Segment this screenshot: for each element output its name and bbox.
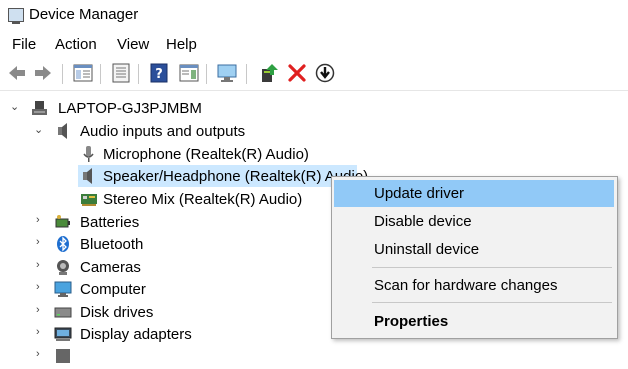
menu-bar: File Action View Help xyxy=(0,32,628,56)
menu-item-disable-device[interactable]: Disable device xyxy=(334,208,614,235)
tree-node-bluetooth[interactable]: › Bluetooth xyxy=(34,233,234,255)
tree-root[interactable]: ⌄ LAPTOP-GJ3PJMBM xyxy=(10,97,210,119)
menu-item-label: Update driver xyxy=(374,185,465,202)
computer-icon xyxy=(30,99,48,117)
toolbar-separator xyxy=(246,64,247,84)
device-speaker-headphone[interactable]: Speaker/Headphone (Realtek(R) Audio) xyxy=(78,165,368,187)
tree-node-audio[interactable]: ⌄ Audio inputs and outputs xyxy=(34,120,274,142)
device-label: Microphone (Realtek(R) Audio) xyxy=(103,146,309,163)
disable-icon[interactable] xyxy=(314,62,336,84)
tree-node-computer[interactable]: › Computer xyxy=(34,278,234,300)
forward-icon[interactable] xyxy=(32,62,54,84)
chevron-down-icon[interactable]: ⌄ xyxy=(34,123,43,136)
tree-node-display-adapters[interactable]: › Display adapters xyxy=(34,323,234,345)
menu-item-label: Uninstall device xyxy=(374,241,480,258)
microphone-icon xyxy=(80,145,98,163)
chevron-right-icon[interactable]: › xyxy=(36,214,40,226)
tree-node-label: Audio inputs and outputs xyxy=(80,123,246,140)
speaker-icon xyxy=(80,167,98,185)
tree-node-label: Cameras xyxy=(80,259,141,276)
tree-node-cameras[interactable]: › Cameras xyxy=(34,256,234,278)
menu-view[interactable]: View xyxy=(117,36,149,53)
battery-icon xyxy=(54,213,72,231)
menu-item-label: Disable device xyxy=(374,213,472,230)
menu-item-label: Properties xyxy=(374,313,449,330)
menu-item-properties[interactable]: Properties xyxy=(334,308,614,335)
computer-name: LAPTOP-GJ3PJMBM xyxy=(58,100,202,117)
chevron-right-icon[interactable]: › xyxy=(36,281,40,293)
tree-node-label: Batteries xyxy=(80,214,140,231)
back-icon[interactable] xyxy=(6,62,28,84)
tree-node-label: Computer xyxy=(80,281,146,298)
device-stereo-mix[interactable]: Stereo Mix (Realtek(R) Audio) xyxy=(80,188,320,210)
sound-card-icon xyxy=(80,190,98,208)
menu-separator xyxy=(372,302,612,303)
chevron-right-icon[interactable]: › xyxy=(36,304,40,316)
tree-node-label: Display adapters xyxy=(80,326,192,343)
speaker-icon xyxy=(54,122,72,140)
update-driver-icon[interactable] xyxy=(258,62,280,84)
tree-node-batteries[interactable]: › Batteries xyxy=(34,211,234,233)
tree-node-label: Bluetooth xyxy=(80,236,144,253)
toolbar-separator xyxy=(206,64,207,84)
chevron-down-icon[interactable]: ⌄ xyxy=(10,100,19,113)
chevron-right-icon[interactable]: › xyxy=(36,259,40,271)
title-bar: Device Manager xyxy=(0,0,628,32)
bluetooth-icon xyxy=(54,235,72,253)
menu-file[interactable]: File xyxy=(12,36,36,53)
device-icon xyxy=(54,347,72,365)
monitor-icon xyxy=(54,280,72,298)
toolbar-separator xyxy=(138,64,139,84)
tree-node-disk-drives[interactable]: › Disk drives xyxy=(34,301,234,323)
action-pane-icon[interactable] xyxy=(178,62,200,84)
tree-node-label: Disk drives xyxy=(80,304,154,321)
device-microphone[interactable]: Microphone (Realtek(R) Audio) xyxy=(80,143,320,165)
uninstall-icon[interactable] xyxy=(286,62,308,84)
show-hide-console-tree-icon[interactable] xyxy=(72,62,94,84)
chevron-right-icon[interactable]: › xyxy=(36,326,40,338)
chevron-right-icon[interactable]: › xyxy=(36,236,40,248)
menu-item-uninstall-device[interactable]: Uninstall device xyxy=(334,236,614,263)
menu-separator xyxy=(372,267,612,268)
toolbar-separator xyxy=(100,64,101,84)
menu-item-scan-hardware[interactable]: Scan for hardware changes xyxy=(334,272,614,299)
device-label: Speaker/Headphone (Realtek(R) Audio) xyxy=(103,168,369,185)
help-icon[interactable]: ? xyxy=(148,62,170,84)
disk-drive-icon xyxy=(54,303,72,321)
chevron-right-icon[interactable]: › xyxy=(36,348,40,360)
toolbar-separator xyxy=(62,64,63,84)
device-manager-icon xyxy=(8,8,24,24)
monitor-icon[interactable] xyxy=(216,62,238,84)
context-menu: Update driver Disable device Uninstall d… xyxy=(331,176,618,339)
properties-icon[interactable] xyxy=(110,62,132,84)
toolbar: ? xyxy=(0,58,628,91)
camera-icon xyxy=(54,258,72,276)
device-label: Stereo Mix (Realtek(R) Audio) xyxy=(103,191,303,208)
window-title: Device Manager xyxy=(29,6,139,23)
menu-help[interactable]: Help xyxy=(166,36,197,53)
menu-item-update-driver[interactable]: Update driver xyxy=(334,180,614,207)
display-adapter-icon xyxy=(54,325,72,343)
tree-node-partial[interactable]: › xyxy=(34,345,134,367)
menu-action[interactable]: Action xyxy=(55,36,97,53)
svg-text:?: ? xyxy=(155,67,163,82)
menu-item-label: Scan for hardware changes xyxy=(374,277,558,294)
